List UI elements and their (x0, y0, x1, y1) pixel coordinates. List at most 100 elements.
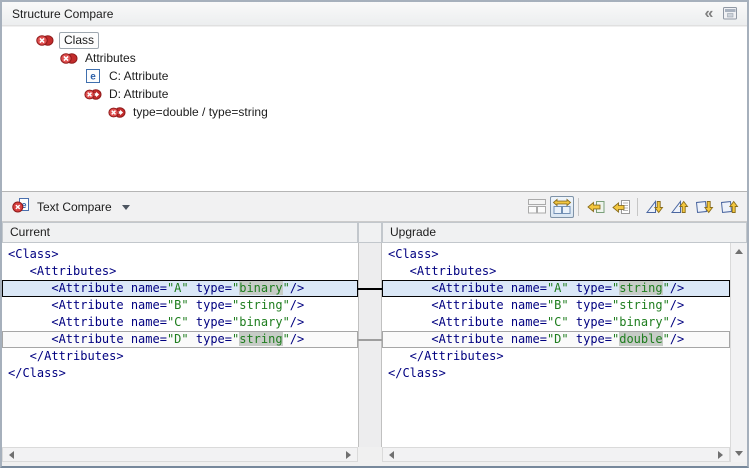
code-line[interactable]: <Attributes> (382, 263, 730, 280)
right-code: <Class> <Attributes> <Attribute name="A"… (382, 243, 730, 382)
scroll-right-icon[interactable] (346, 451, 355, 459)
code-token: <Attribute name= (388, 298, 547, 312)
tree-item-class[interactable]: Class (2, 31, 747, 49)
code-line[interactable]: </Attributes> (2, 348, 358, 365)
code-token: "binary" (232, 315, 290, 329)
toolbar-separator (637, 198, 638, 216)
code-token: type= (189, 298, 232, 312)
structure-compare-tree[interactable]: ClassAttributes e C: Attribute D: Attribute… (2, 27, 747, 191)
diff-connector-minor (358, 339, 382, 341)
code-token: </Attributes> (8, 349, 124, 363)
left-horizontal-scrollbar[interactable] (2, 447, 358, 462)
previous-difference-icon[interactable] (668, 196, 692, 218)
code-token: /> (290, 332, 304, 346)
right-pane-header: Upgrade (382, 222, 747, 243)
scroll-right-icon[interactable] (718, 451, 727, 459)
code-token: " (283, 281, 290, 295)
code-token: type= (569, 332, 612, 346)
code-token: type= (569, 315, 612, 329)
scroll-up-icon[interactable] (735, 245, 743, 254)
left-code-pane[interactable]: <Class> <Attributes> <Attribute name="A"… (2, 243, 358, 447)
code-token: "C" (547, 315, 569, 329)
code-token: </Attributes> (388, 349, 504, 363)
ancestor-pane-icon[interactable] (525, 196, 549, 218)
vertical-scrollbar[interactable] (730, 243, 747, 462)
code-line[interactable]: <Attribute name="B" type="string"/> (382, 297, 730, 314)
tree-item-d-attribute[interactable]: D: Attribute (2, 85, 747, 103)
scroll-down-icon[interactable] (735, 451, 743, 460)
code-token: "D" (167, 332, 189, 346)
element-icon: e (84, 69, 102, 83)
code-token: <Attribute name= (8, 315, 167, 329)
change-arrow-icon (108, 106, 126, 119)
left-pane-header: Current (2, 222, 358, 243)
code-line[interactable]: <Attribute name="B" type="string"/> (2, 297, 358, 314)
code-line[interactable]: </Class> (2, 365, 358, 382)
code-token: "B" (167, 298, 189, 312)
right-horizontal-scrollbar[interactable] (382, 447, 730, 462)
tree-item-type-double-type-string[interactable]: type=double / type=string (2, 103, 747, 121)
code-line[interactable]: <Attribute name="C" type="binary"/> (2, 314, 358, 331)
code-line[interactable]: </Attributes> (382, 348, 730, 365)
code-line[interactable]: <Class> (382, 246, 730, 263)
code-token: /> (670, 281, 684, 295)
structure-compare-header: Structure Compare « (2, 2, 747, 26)
code-token: "C" (167, 315, 189, 329)
code-token: "string" (232, 298, 290, 312)
code-line[interactable]: <Class> (2, 246, 358, 263)
code-token: <Attributes> (388, 264, 496, 278)
code-token: "string" (612, 298, 670, 312)
change-icon (60, 52, 78, 65)
left-code: <Class> <Attributes> <Attribute name="A"… (2, 243, 358, 382)
code-token: type= (189, 315, 232, 329)
code-line-diff[interactable]: <Attribute name="A" type="string"/> (382, 280, 730, 297)
diff-connector-selected (358, 288, 382, 290)
tree-item-label: C: Attribute (107, 69, 170, 83)
code-line-diff[interactable]: <Attribute name="D" type="string"/> (2, 331, 358, 348)
next-difference-icon[interactable] (643, 196, 667, 218)
code-token: "A" (167, 281, 189, 295)
pin-icon[interactable] (719, 4, 741, 23)
tree-item-attributes[interactable]: Attributes (2, 49, 747, 67)
tree-item-label: type=double / type=string (131, 105, 270, 119)
code-line-diff[interactable]: <Attribute name="A" type="binary"/> (2, 280, 358, 297)
compare-editor-window: Structure Compare « ClassAttributes e C: A… (0, 0, 749, 468)
code-token: " (663, 332, 670, 346)
tree-item-c-attribute[interactable]: e C: Attribute (2, 67, 747, 85)
code-token: type= (189, 281, 232, 295)
changed-token: string (239, 332, 282, 346)
structure-compare-title: Structure Compare (12, 7, 697, 21)
code-token: <Attribute name= (8, 298, 167, 312)
diff-connector-gutter (358, 243, 382, 447)
toolbar-separator (578, 198, 579, 216)
scroll-left-icon[interactable] (5, 451, 14, 459)
code-token: type= (569, 298, 612, 312)
code-token: " (283, 332, 290, 346)
code-token: type= (569, 281, 612, 295)
code-line-diff[interactable]: <Attribute name="D" type="double"/> (382, 331, 730, 348)
code-token: <Attributes> (8, 264, 116, 278)
code-token: " (663, 281, 670, 295)
chevron-down-icon[interactable] (122, 205, 130, 214)
collapse-icon[interactable]: « (697, 4, 719, 23)
right-code-pane[interactable]: <Class> <Attributes> <Attribute name="A"… (382, 243, 730, 447)
copy-current-right-to-left-icon[interactable] (609, 196, 633, 218)
code-token: </Class> (388, 366, 446, 380)
code-line[interactable]: </Class> (382, 365, 730, 382)
tree-item-label: Class (59, 32, 99, 49)
code-token: <Class> (388, 247, 439, 261)
text-compare-icon: e (12, 197, 30, 217)
change-arrow-icon (84, 88, 102, 101)
scroll-left-icon[interactable] (385, 451, 394, 459)
code-line[interactable]: <Attribute name="C" type="binary"/> (382, 314, 730, 331)
code-token: "D" (547, 332, 569, 346)
previous-change-icon[interactable] (718, 196, 742, 218)
code-token: <Attribute name= (388, 315, 547, 329)
next-change-icon[interactable] (693, 196, 717, 218)
changed-token: string (619, 281, 662, 295)
code-token: <Attribute name= (388, 281, 547, 295)
code-line[interactable]: <Attributes> (2, 263, 358, 280)
copy-all-right-to-left-icon[interactable] (584, 196, 608, 218)
code-token: </Class> (8, 366, 66, 380)
swap-view-icon[interactable] (550, 196, 574, 218)
